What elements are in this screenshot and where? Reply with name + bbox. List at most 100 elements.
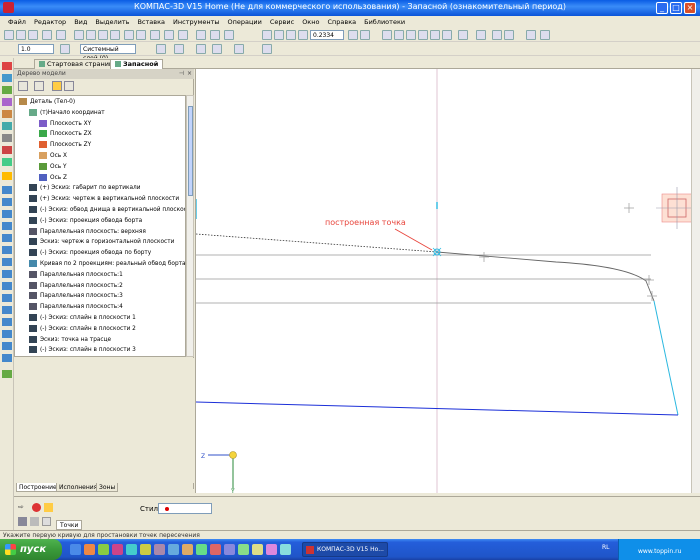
- zoom-window-icon[interactable]: [274, 30, 284, 40]
- rotate-icon[interactable]: [348, 30, 358, 40]
- menu-select[interactable]: Выделить: [95, 16, 129, 28]
- orientation-icon[interactable]: [382, 30, 392, 40]
- quicklaunch-icon-1[interactable]: [84, 544, 95, 555]
- stop-icon[interactable]: [32, 503, 41, 512]
- quicklaunch-icon-3[interactable]: [112, 544, 123, 555]
- format-painter-icon[interactable]: [110, 30, 120, 40]
- pin-icon[interactable]: ⊣: [179, 69, 184, 79]
- tree-item[interactable]: Ось Y: [39, 162, 67, 172]
- open-file-icon[interactable]: [16, 30, 26, 40]
- extend-icon[interactable]: [2, 306, 12, 314]
- tree-item[interactable]: (+) Эскиз: габарит по вертикали: [29, 183, 141, 193]
- calc-icon[interactable]: [210, 30, 220, 40]
- shaded-edges-icon[interactable]: [430, 30, 440, 40]
- start-button[interactable]: пуск: [0, 539, 62, 560]
- tree-item[interactable]: Параллельная плоскость:1: [29, 270, 123, 280]
- tab-points[interactable]: Точки: [56, 520, 83, 530]
- point-tool-icon[interactable]: [2, 172, 12, 180]
- grid-icon[interactable]: [212, 44, 222, 54]
- editing-icon[interactable]: [2, 62, 12, 70]
- line-width-select[interactable]: 1.0: [18, 44, 54, 54]
- tree-structure-icon[interactable]: [18, 81, 28, 91]
- ie-icon[interactable]: [70, 544, 81, 555]
- spatial-curves-icon[interactable]: [2, 110, 12, 118]
- rectangle-icon[interactable]: [2, 246, 12, 254]
- pan-icon[interactable]: [360, 30, 370, 40]
- snap-icon[interactable]: [504, 30, 514, 40]
- help-properties-icon[interactable]: [42, 517, 51, 526]
- tree-item[interactable]: Эскиз: точка на трасце: [29, 335, 111, 345]
- menu-operations[interactable]: Операции: [228, 16, 262, 28]
- tab-zapasnoy[interactable]: Запасной: [110, 59, 164, 69]
- snap-point-icon[interactable]: [174, 44, 184, 54]
- zoom-in-icon[interactable]: [262, 30, 272, 40]
- canvas-scrollbar[interactable]: [691, 69, 700, 493]
- macro-icon[interactable]: [2, 370, 12, 378]
- filters-icon[interactable]: [476, 30, 486, 40]
- offset-icon[interactable]: [2, 282, 12, 290]
- menu-window[interactable]: Окно: [302, 16, 319, 28]
- quicklaunch-icon-6[interactable]: [154, 544, 165, 555]
- tree-item[interactable]: (-) Эскиз: проекция обвода борта: [29, 216, 142, 226]
- mirror-icon[interactable]: [2, 318, 12, 326]
- ortho-icon[interactable]: [234, 44, 244, 54]
- color-icon[interactable]: [492, 30, 502, 40]
- tree-scrollbar[interactable]: [186, 95, 194, 357]
- tree-item[interactable]: Ось X: [39, 151, 67, 161]
- quicklaunch-icon-8[interactable]: [182, 544, 193, 555]
- panel-close-icon[interactable]: ×: [187, 69, 192, 79]
- shaded-icon[interactable]: [418, 30, 428, 40]
- quicklaunch-icon-9[interactable]: [196, 544, 207, 555]
- quicklaunch-icon-15[interactable]: [280, 544, 291, 555]
- quicklaunch-icon-14[interactable]: [266, 544, 277, 555]
- menu-file[interactable]: Файл: [8, 16, 26, 28]
- tree-mode-icon[interactable]: [52, 81, 62, 91]
- quicklaunch-icon-2[interactable]: [98, 544, 109, 555]
- quicklaunch-icon-4[interactable]: [126, 544, 137, 555]
- tree-item[interactable]: Плоскость ZX: [39, 129, 92, 139]
- surface-icon[interactable]: [2, 98, 12, 106]
- tab-construction[interactable]: Построение: [16, 483, 60, 492]
- arc-icon[interactable]: [2, 210, 12, 218]
- graph-icon[interactable]: [540, 30, 550, 40]
- redo-icon[interactable]: [136, 30, 146, 40]
- menu-view[interactable]: Вид: [74, 16, 87, 28]
- wireframe-icon[interactable]: [394, 30, 404, 40]
- menu-tools[interactable]: Инструменты: [173, 16, 220, 28]
- taskbar-kompas-button[interactable]: КОМПАС-3D V15 Ho...: [302, 542, 388, 557]
- menu-libraries[interactable]: Библиотеки: [364, 16, 405, 28]
- menu-insert[interactable]: Вставка: [137, 16, 165, 28]
- spline-icon[interactable]: [2, 222, 12, 230]
- filter-tools-icon[interactable]: [2, 146, 12, 154]
- constraints-icon[interactable]: [458, 30, 468, 40]
- dimension-icon[interactable]: [2, 354, 12, 362]
- layer-icon[interactable]: [60, 44, 70, 54]
- help-icon[interactable]: [224, 30, 234, 40]
- zoom-input[interactable]: 0.2334: [310, 30, 344, 40]
- close-button[interactable]: ×: [684, 2, 696, 14]
- tree-item[interactable]: Деталь (Тел-0): [19, 97, 75, 107]
- tree-item[interactable]: Параллельная плоскость:2: [29, 281, 123, 291]
- pin-panel-icon[interactable]: ⇨: [18, 503, 27, 512]
- measure-icon[interactable]: [262, 44, 272, 54]
- tree-item[interactable]: (-) Эскиз: обвод днища в вертикальной пл…: [29, 205, 185, 215]
- tree-item[interactable]: Кривая по 2 проекциям: реальный обвод бо…: [29, 259, 185, 269]
- menu-editor[interactable]: Редактор: [34, 16, 66, 28]
- zoom-out-icon[interactable]: [286, 30, 296, 40]
- tree-item[interactable]: Параллельная плоскость:4: [29, 302, 123, 312]
- tree-item[interactable]: (-) Эскиз: сплайн в плоскости 3: [29, 345, 136, 355]
- preview-icon[interactable]: [56, 30, 66, 40]
- quicklaunch-icon-11[interactable]: [224, 544, 235, 555]
- quicklaunch-icon-10[interactable]: [210, 544, 221, 555]
- create-object-icon[interactable]: [44, 503, 53, 512]
- menu-help[interactable]: Справка: [327, 16, 356, 28]
- minimize-button[interactable]: _: [656, 2, 668, 14]
- camera-icon[interactable]: [18, 517, 27, 526]
- tab-versions[interactable]: Исполнения: [56, 483, 101, 492]
- spec-icon[interactable]: [2, 158, 12, 166]
- language-indicator[interactable]: RL: [602, 544, 610, 551]
- tree-item[interactable]: Плоскость ZY: [39, 140, 91, 150]
- sketch-tool-icon[interactable]: [2, 74, 12, 82]
- tree-item[interactable]: Плоскость XY: [39, 119, 91, 129]
- tree-item[interactable]: Ось Z: [39, 173, 67, 183]
